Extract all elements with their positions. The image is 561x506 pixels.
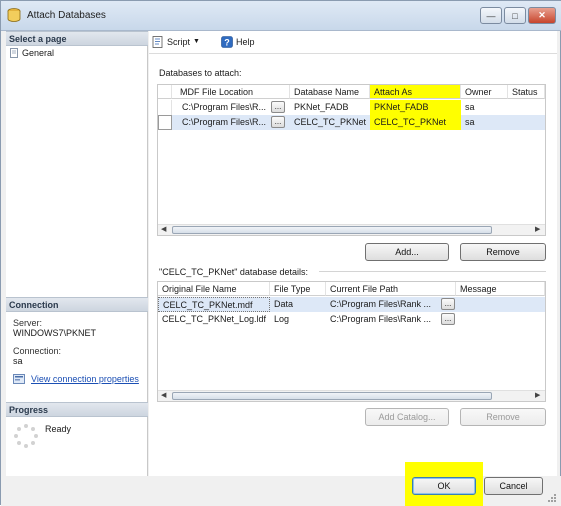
maximize-button[interactable]: □ [504,7,526,24]
page-icon [10,48,18,58]
svg-text:?: ? [224,37,230,47]
script-button[interactable]: Script ▼ [152,34,200,49]
server-value: WINDOWS7\PKNET [13,328,97,338]
help-icon: ? [221,35,233,48]
remove-file-button[interactable]: Remove [460,408,546,426]
scrollbar-thumb[interactable] [172,392,492,400]
select-page-header: Select a page [6,31,148,46]
cell-file-type[interactable]: Data [270,297,326,312]
col-owner[interactable]: Owner [461,85,508,99]
cell-status [508,100,545,115]
close-icon: ✕ [538,10,546,20]
cell-file-name[interactable]: CELC_TC_PKNet_Log.ldf [158,312,270,327]
scrollbar-thumb[interactable] [172,226,492,234]
browse-path-button[interactable]: ... [441,298,455,310]
add-database-button[interactable]: Add... [365,243,449,261]
cell-file-path[interactable]: C:\Program Files\Rank ... [326,297,438,312]
maximize-icon: □ [512,10,518,21]
browse-button[interactable]: ... [271,101,285,113]
scroll-left-icon[interactable]: ◀ [161,391,166,399]
database-icon [7,8,21,22]
server-label: Server: [13,318,43,328]
minimize-icon: — [486,10,496,21]
row-header-column [158,85,172,99]
page-item-label: General [22,48,55,58]
databases-grid: MDF File Location Database Name Attach A… [157,84,546,236]
script-icon [152,35,163,48]
col-message[interactable]: Message [456,282,545,296]
page-item-general[interactable]: General [9,46,139,60]
attach-databases-dialog: Attach Databases — □ ✕ Select a page Gen… [0,0,561,506]
ok-button[interactable]: OK [412,477,476,495]
progress-spinner-icon [14,424,38,448]
cell-location[interactable]: C:\Program Files\R... [178,100,270,115]
close-button[interactable]: ✕ [528,7,556,24]
scroll-right-icon[interactable]: ▶ [535,391,540,399]
main-pane: Script ▼ ? Help Databases to attach: MDF… [149,31,557,476]
table-row[interactable]: CELC_TC_PKNet.mdf Data C:\Program Files\… [158,297,545,312]
browse-path-button[interactable]: ... [441,313,455,325]
row-selector[interactable] [158,100,172,115]
toolbar-divider [149,53,557,54]
window-title: Attach Databases [27,10,106,21]
cell-database-name[interactable]: CELC_TC_PKNet [290,115,370,130]
table-row[interactable]: C:\Program Files\R... ... PKNet_FADB PKN… [158,100,545,115]
col-file-type[interactable]: File Type [270,282,326,296]
databases-to-attach-label: Databases to attach: [159,68,242,78]
dialog-footer: OK Cancel [1,462,561,506]
scroll-left-icon[interactable]: ◀ [161,225,166,233]
left-pane: Select a page General Connection Server:… [6,31,148,476]
col-attach-as[interactable]: Attach As [370,85,461,99]
cell-database-name[interactable]: PKNet_FADB [290,100,370,115]
col-current-file-path[interactable]: Current File Path [326,282,456,296]
dropdown-arrow-icon[interactable]: ▼ [193,38,200,45]
details-horizontal-scrollbar[interactable]: ◀ ▶ [158,390,545,401]
cell-file-type[interactable]: Log [270,312,326,327]
connection-header: Connection [6,297,148,312]
connection-label: Connection: [13,346,62,356]
cell-owner[interactable]: sa [461,100,508,115]
cell-message [456,312,545,327]
connection-value: sa [13,356,23,366]
cell-owner[interactable]: sa [461,115,508,130]
help-button[interactable]: ? Help [221,34,255,49]
scroll-right-icon[interactable]: ▶ [535,225,540,233]
cell-attach-as[interactable]: CELC_TC_PKNet [370,115,461,130]
cell-status [508,115,545,130]
table-row[interactable]: C:\Program Files\R... ... CELC_TC_PKNet … [158,115,545,130]
cell-file-name[interactable]: CELC_TC_PKNet.mdf [158,297,270,312]
col-mdf-location[interactable]: MDF File Location [172,85,290,99]
cell-file-path[interactable]: C:\Program Files\Rank ... [326,312,438,327]
database-details-label: "CELC_TC_PKNet" database details: [159,267,308,277]
col-original-file-name[interactable]: Original File Name [158,282,270,296]
view-connection-properties-link[interactable]: View connection properties [31,374,139,384]
details-grid: Original File Name File Type Current Fil… [157,281,546,402]
resize-grip-icon[interactable] [547,493,557,503]
table-row[interactable]: CELC_TC_PKNet_Log.ldf Log C:\Program Fil… [158,312,545,327]
col-status[interactable]: Status [508,85,545,99]
browse-button[interactable]: ... [271,116,285,128]
details-divider [319,271,546,272]
help-label: Help [236,36,255,47]
horizontal-scrollbar[interactable]: ◀ ▶ [158,224,545,235]
cell-location[interactable]: C:\Program Files\R... [178,115,270,130]
remove-database-button[interactable]: Remove [460,243,546,261]
connection-properties-icon [13,374,25,384]
script-label: Script [167,36,191,47]
minimize-button[interactable]: — [480,7,502,24]
col-database-name[interactable]: Database Name [290,85,370,99]
cancel-button[interactable]: Cancel [484,477,543,495]
progress-status: Ready [45,424,72,434]
title-bar[interactable]: Attach Databases — □ ✕ [1,1,561,31]
progress-header: Progress [6,402,148,417]
add-catalog-button[interactable]: Add Catalog... [365,408,449,426]
cell-attach-as[interactable]: PKNet_FADB [370,100,461,115]
toolbar: Script ▼ ? Help [149,31,557,53]
row-selector[interactable] [158,115,172,130]
cell-message [456,297,545,312]
